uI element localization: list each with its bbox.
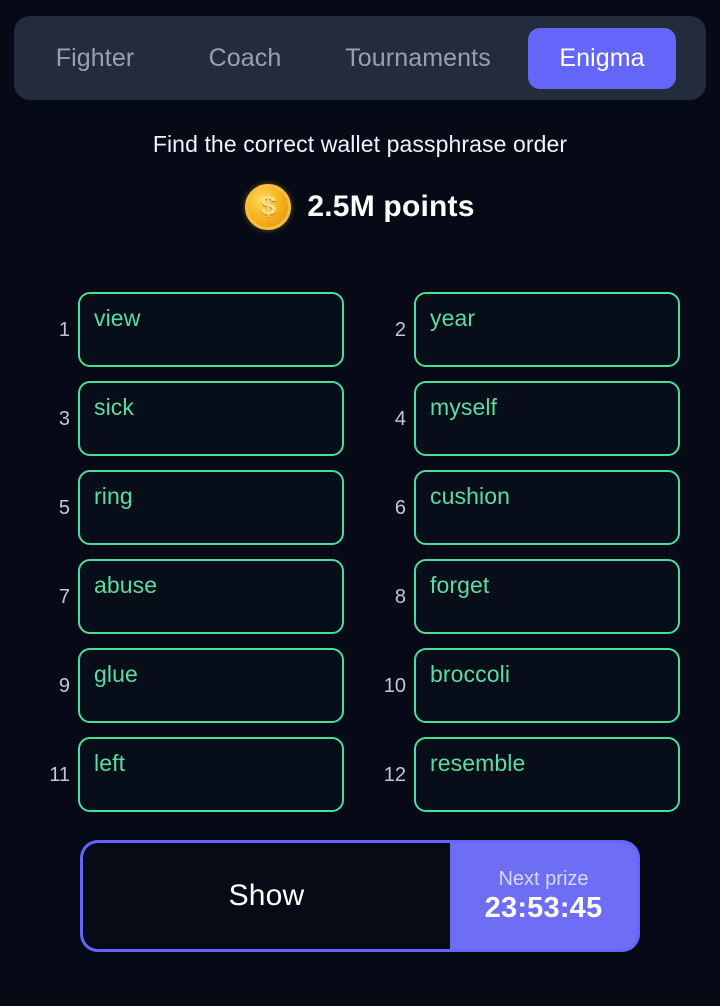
next-prize-label: Next prize [498, 867, 589, 890]
word-tile-10[interactable]: broccoli [414, 648, 680, 723]
coin-dollar-icon: $ [245, 184, 292, 230]
word-index: 8 [394, 585, 406, 608]
passphrase-cell: 9 glue [40, 648, 344, 723]
word-text: left [94, 750, 126, 776]
word-tile-12[interactable]: resemble [414, 737, 680, 812]
tab-enigma[interactable]: Enigma [528, 27, 676, 89]
show-button-label: Show [228, 879, 305, 912]
word-index: 12 [383, 763, 406, 786]
word-text: year [430, 305, 476, 331]
enigma-screen: Fighter Coach Tournaments Enigma Find th… [0, 0, 720, 1006]
points-value: 2.5M points [307, 190, 475, 223]
word-index: 9 [58, 674, 70, 697]
word-text: broccoli [430, 661, 511, 687]
passphrase-cell: 7 abuse [40, 559, 344, 634]
word-tile-11[interactable]: left [78, 737, 344, 812]
passphrase-cell: 12 resemble [376, 737, 680, 812]
word-tile-7[interactable]: abuse [78, 559, 344, 634]
passphrase-cell: 5 ring [40, 470, 344, 545]
passphrase-cell: 11 left [40, 737, 344, 812]
word-tile-8[interactable]: forget [414, 559, 680, 634]
word-tile-4[interactable]: myself [414, 381, 680, 456]
word-index: 2 [394, 318, 406, 341]
coin-glyph: $ [260, 190, 277, 221]
word-text: resemble [430, 750, 526, 776]
word-text: sick [94, 394, 135, 420]
word-index: 7 [58, 585, 70, 608]
word-tile-9[interactable]: glue [78, 648, 344, 723]
word-index: 11 [49, 763, 70, 786]
passphrase-cell: 4 myself [376, 381, 680, 456]
action-bar: Show Next prize 23:53:45 [80, 840, 640, 952]
word-index: 1 [58, 318, 70, 341]
tab-fighter[interactable]: Fighter [20, 30, 170, 87]
passphrase-grid: 1 view 2 year 3 sick 4 myself 5 ring 6 c… [40, 292, 680, 812]
word-text: glue [94, 661, 138, 687]
word-text: myself [430, 394, 498, 420]
tab-tournaments[interactable]: Tournaments [320, 30, 516, 87]
next-prize-panel[interactable]: Next prize 23:53:45 [450, 843, 637, 949]
word-text: forget [430, 572, 490, 598]
word-text: ring [94, 483, 133, 509]
passphrase-cell: 3 sick [40, 381, 344, 456]
passphrase-cell: 6 cushion [376, 470, 680, 545]
word-index: 6 [394, 496, 406, 519]
word-index: 3 [58, 407, 70, 430]
next-prize-timer: 23:53:45 [484, 891, 603, 924]
word-tile-5[interactable]: ring [78, 470, 344, 545]
word-tile-1[interactable]: view [78, 292, 344, 367]
word-index: 4 [394, 407, 406, 430]
points-row: $ 2.5M points [0, 184, 720, 230]
word-text: abuse [94, 572, 158, 598]
word-index: 5 [58, 496, 70, 519]
tab-coach-label: Coach [208, 43, 282, 72]
word-tile-6[interactable]: cushion [414, 470, 680, 545]
passphrase-cell: 10 broccoli [376, 648, 680, 723]
passphrase-cell: 8 forget [376, 559, 680, 634]
word-text: cushion [430, 483, 510, 509]
word-text: view [94, 305, 141, 331]
tab-tournaments-label: Tournaments [345, 43, 491, 72]
tab-coach[interactable]: Coach [170, 30, 320, 87]
tab-enigma-label: Enigma [559, 43, 645, 72]
tab-fighter-label: Fighter [55, 43, 135, 72]
page-title: Find the correct wallet passphrase order [152, 131, 568, 157]
passphrase-cell: 2 year [376, 292, 680, 367]
show-button[interactable]: Show [83, 843, 450, 949]
word-index: 10 [383, 674, 406, 697]
word-tile-3[interactable]: sick [78, 381, 344, 456]
main-tabbar: Fighter Coach Tournaments Enigma [14, 16, 706, 100]
word-tile-2[interactable]: year [414, 292, 680, 367]
passphrase-cell: 1 view [40, 292, 344, 367]
